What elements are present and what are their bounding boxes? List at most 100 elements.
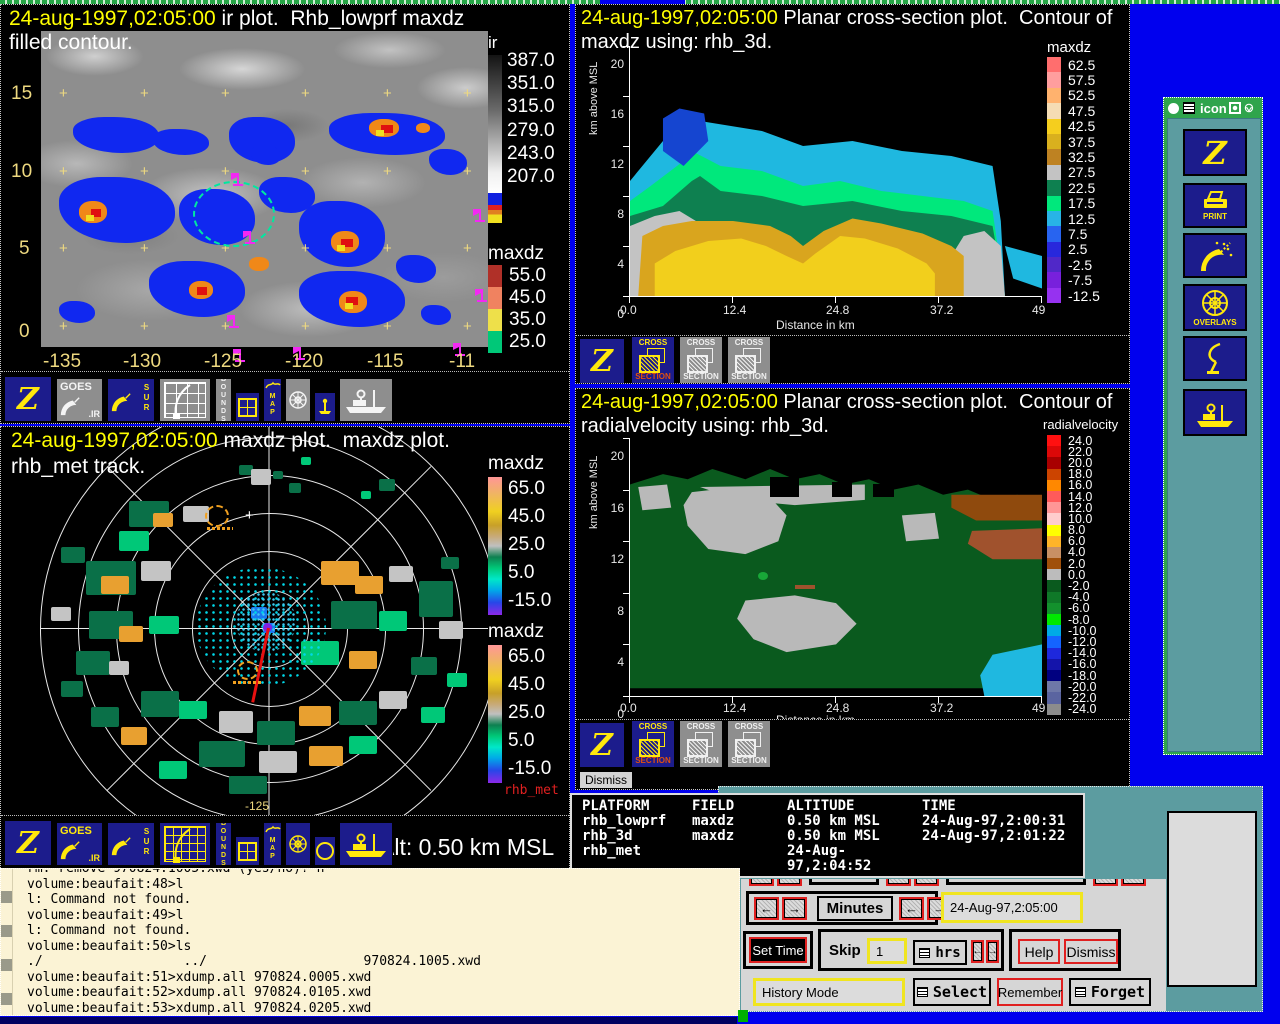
track-annotation	[233, 681, 263, 684]
dismiss-button[interactable]: Dismiss	[579, 771, 633, 789]
toolbar-ship-button[interactable]	[339, 378, 393, 422]
cross-section-button-active[interactable]: CROSS SECTION	[631, 336, 675, 384]
dock-print-button[interactable]: PRINT	[1183, 183, 1247, 228]
cross-section-button[interactable]: CROSS SECTION	[727, 336, 771, 384]
toolbar-surveillance-radar-button[interactable]: SUR	[107, 822, 155, 866]
toolbar-zebra-button[interactable]: Z	[4, 820, 52, 866]
toolbar-overlay-wheel-button[interactable]	[285, 378, 311, 422]
remember-button[interactable]: Remember	[997, 978, 1063, 1006]
terminal-text: rm: remove 970824.1005.xwd (yes/no)? n v…	[27, 868, 481, 1016]
toolbar-circle-button[interactable]	[314, 836, 336, 866]
toolbar-grid-button[interactable]	[235, 836, 260, 866]
latlon-grid-mark: +	[383, 167, 392, 177]
dock-satellite-button[interactable]	[1183, 233, 1247, 278]
latlon-grid-mark: +	[301, 244, 310, 254]
skip-forward-button[interactable]: →	[986, 940, 999, 963]
latlon-grid-mark: +	[383, 89, 392, 99]
ppi-window-toolbar: Alt: 0.50 km MSL ZGOES .IR SUR BOUNDS MA…	[1, 815, 570, 874]
terminal-scrollbar[interactable]	[1, 869, 13, 1016]
time-step-forward-button[interactable]: →	[914, 879, 939, 886]
table-row[interactable]: rhb_lowprf maxdz 0.50 km MSL 24-Aug-97,2…	[582, 814, 1083, 829]
time-step-forward-button[interactable]: →	[1121, 879, 1146, 886]
ir-cloud-core-center	[337, 245, 345, 251]
dock-overlays-button[interactable]: OVERLAYS	[1183, 284, 1247, 331]
history-mode-field[interactable]: History Mode	[753, 978, 905, 1006]
satellite-image[interactable]: ++++++++++++++++++++++++	[41, 31, 488, 347]
cross-section-button[interactable]: CROSS SECTION	[727, 720, 771, 768]
hrs-menu-button[interactable]: hrs	[913, 940, 967, 965]
grid-icon	[238, 842, 257, 861]
select-button[interactable]: Select	[913, 978, 991, 1006]
radar-echo	[273, 471, 283, 479]
y-axis-label: km above MSL	[588, 456, 600, 529]
toolbar-overlay-wheel-button[interactable]	[285, 822, 311, 866]
radar-echo	[61, 547, 85, 563]
buoy-marker-icon	[479, 209, 481, 220]
cross-section-button[interactable]: CROSS SECTION	[679, 720, 723, 768]
xsec-toolbar: Z CROSS SECTION CROSS SECTION CROSS SECT…	[576, 335, 1130, 384]
toolbar-buoy-button[interactable]	[314, 392, 336, 422]
y-axis-label: km above MSL	[588, 62, 600, 135]
time-step-forward-button[interactable]: →	[777, 879, 802, 886]
toolbar-radar-grid-button[interactable]	[159, 822, 211, 866]
table-row[interactable]: rhb_3d maxdz 0.50 km MSL 24-Aug-97,2:01:…	[582, 829, 1083, 844]
toolbar-grid-button[interactable]	[235, 392, 260, 422]
cross-section-button[interactable]: CROSS SECTION	[679, 336, 723, 384]
set-time-group: Set Time	[743, 931, 813, 969]
toolbar-zebra-button[interactable]: Z	[4, 376, 52, 422]
track-annotation	[207, 527, 233, 530]
minutes-forward-button[interactable]: →	[782, 897, 807, 920]
colorbar: 62.557.552.547.542.537.532.527.522.517.5…	[1047, 57, 1100, 303]
toolbar-goes-ir-button[interactable]: GOES .IR	[56, 822, 103, 866]
dock-zebra-button[interactable]: Z	[1183, 129, 1247, 176]
cross-section-button-active[interactable]: CROSS SECTION	[631, 720, 675, 768]
dismiss-button[interactable]: Dismiss	[1064, 939, 1118, 964]
xsec-maxdz-plot[interactable]	[629, 46, 1042, 297]
ir-cloud-core-center	[86, 215, 94, 221]
toolbar-map-button[interactable]: MAP	[263, 822, 282, 866]
toolbar-ship-button[interactable]	[339, 822, 393, 866]
y-tick: 0	[19, 321, 30, 343]
set-time-button[interactable]: Set Time	[749, 937, 807, 963]
toolbar-radar-grid-button[interactable]	[159, 378, 211, 422]
toolbar-goes-ir-button[interactable]: GOES .IR	[56, 378, 103, 422]
dock-ship-button[interactable]	[1183, 389, 1247, 436]
ppi-display[interactable]: +	[1, 427, 488, 819]
radar-echo	[141, 691, 179, 717]
minutes-back2-button[interactable]: ←	[899, 897, 924, 920]
window-list-icon[interactable]	[1183, 102, 1195, 114]
time-step-back-button[interactable]: ←	[886, 879, 911, 886]
contour-band	[795, 585, 815, 589]
maximize-icon[interactable]: ⎉	[1244, 100, 1254, 116]
ppi-colorbar2-ticks: 65.045.025.05.0-15.0	[508, 643, 551, 783]
terminal-window[interactable]: rm: remove 970824.1005.xwd (yes/no)? n v…	[0, 868, 740, 1016]
help-button[interactable]: Help	[1018, 939, 1060, 964]
y-tick-mark	[623, 46, 630, 47]
time-field[interactable]: 24-Aug-97,2:05:00	[941, 892, 1083, 923]
x-tick-mark	[629, 296, 630, 303]
iconify-icon[interactable]	[1229, 102, 1241, 114]
y-tick-mark	[623, 696, 630, 697]
toolbar-surveillance-radar-button[interactable]: SUR	[107, 378, 155, 422]
radar-echo	[76, 651, 110, 675]
forget-button[interactable]: Forget	[1069, 978, 1151, 1006]
toolbar-bounds-button[interactable]: BOUNDS	[215, 378, 232, 422]
dish-icon	[59, 395, 81, 417]
minutes-back-button[interactable]: ←	[754, 897, 779, 920]
zebra-logo-button[interactable]: Z	[579, 722, 625, 768]
dock-radar-button[interactable]	[1183, 336, 1247, 381]
time-step-back-button[interactable]: ←	[749, 879, 774, 886]
skip-field[interactable]: 1	[867, 938, 907, 964]
skip-back-button[interactable]: ←	[971, 940, 984, 963]
time-step-back-button[interactable]: ←	[1093, 879, 1118, 886]
contour-band	[630, 438, 1042, 696]
zebra-logo-button[interactable]: Z	[579, 338, 625, 384]
toolbar-bounds-button[interactable]: BOUNDS	[215, 822, 232, 866]
radar-echo	[299, 706, 331, 726]
window-menu-icon[interactable]	[1168, 103, 1179, 114]
toolbar-map-button[interactable]: MAP	[263, 378, 282, 422]
latlon-grid-mark: +	[59, 89, 68, 99]
icon-dock-titlebar[interactable]: icon ⎉	[1164, 98, 1262, 118]
xsec-velocity-plot[interactable]	[629, 438, 1042, 697]
terminal-line: volume:beaufait:51>xdump.all 970824.0005…	[27, 970, 481, 986]
